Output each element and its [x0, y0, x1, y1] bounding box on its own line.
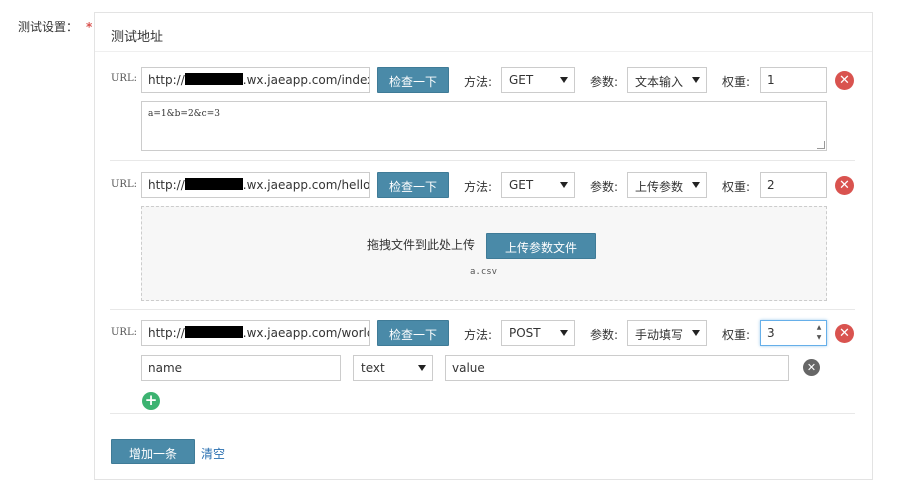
- param-label: 参数:: [590, 328, 619, 342]
- param-label: 参数:: [590, 180, 619, 194]
- param-type-select[interactable]: 手动填写: [627, 320, 707, 346]
- method-value: POST: [509, 326, 541, 340]
- redacted-block: [184, 178, 243, 190]
- field-value-input[interactable]: value: [445, 355, 789, 381]
- uploaded-file-name: a.csv: [470, 267, 498, 277]
- field-type-value: text: [361, 361, 385, 375]
- method-select[interactable]: GET: [501, 172, 575, 198]
- field-type-select[interactable]: text: [353, 355, 433, 381]
- caret-down-icon: [418, 365, 426, 371]
- caret-down-icon: [560, 77, 568, 83]
- url-label: URL:: [111, 327, 137, 338]
- param-type-select[interactable]: 上传参数: [627, 172, 707, 198]
- params-textarea[interactable]: a=1&b=2&c=3: [141, 101, 827, 151]
- caret-down-icon: [560, 330, 568, 336]
- weight-input[interactable]: 3 ▲ ▼: [760, 320, 827, 346]
- row-divider: [110, 160, 855, 161]
- required-mark: *: [86, 20, 93, 34]
- row-divider: [110, 413, 855, 414]
- upload-dropzone[interactable]: [141, 206, 827, 301]
- resize-grip-icon[interactable]: [817, 141, 825, 149]
- clear-link[interactable]: 清空: [201, 445, 225, 462]
- url-input[interactable]: http:// .wx.jaeapp.com/hello.ph: [141, 172, 370, 198]
- form-label: 测试设置： *: [18, 18, 92, 35]
- check-button[interactable]: 检查一下: [377, 320, 449, 346]
- method-value: GET: [509, 73, 534, 87]
- param-type-value: 文本输入: [635, 75, 684, 89]
- method-select[interactable]: POST: [501, 320, 575, 346]
- param-type-value: 手动填写: [635, 328, 684, 342]
- weight-input[interactable]: 2: [760, 172, 827, 198]
- add-row-button[interactable]: 增加一条: [111, 439, 195, 464]
- close-circle-icon[interactable]: ✕: [835, 176, 854, 195]
- remove-field-icon[interactable]: ✕: [803, 359, 820, 376]
- spinner-arrows-icon[interactable]: ▲ ▼: [814, 323, 824, 343]
- params-text: a=1&b=2&c=3: [148, 109, 220, 119]
- caret-down-icon: [560, 182, 568, 188]
- weight-value: 3: [767, 326, 775, 340]
- url-prefix: http://: [148, 73, 185, 87]
- url-prefix: http://: [148, 326, 185, 340]
- redacted-block: [184, 73, 243, 85]
- form-label-text: 测试设置：: [18, 20, 79, 34]
- upload-param-file-button[interactable]: 上传参数文件: [486, 233, 596, 259]
- method-label: 方法:: [464, 328, 493, 342]
- method-select[interactable]: GET: [501, 67, 575, 93]
- close-circle-icon[interactable]: ✕: [835, 324, 854, 343]
- url-label: URL:: [111, 179, 137, 190]
- caret-down-icon: [692, 330, 700, 336]
- param-type-select[interactable]: 文本输入: [627, 67, 707, 93]
- url-input[interactable]: http:// .wx.jaeapp.com/index.ph: [141, 67, 370, 93]
- url-input[interactable]: http:// .wx.jaeapp.com/world.ph: [141, 320, 370, 346]
- panel-title: 测试地址: [95, 13, 872, 52]
- caret-down-icon: [692, 77, 700, 83]
- url-label: URL:: [111, 73, 137, 84]
- url-suffix: .wx.jaeapp.com/hello.ph: [242, 178, 370, 192]
- method-label: 方法:: [464, 180, 493, 194]
- method-label: 方法:: [464, 75, 493, 89]
- check-button[interactable]: 检查一下: [377, 67, 449, 93]
- url-suffix: .wx.jaeapp.com/world.ph: [242, 326, 369, 340]
- drop-hint: 拖拽文件到此处上传: [367, 238, 476, 252]
- row-divider: [110, 309, 855, 310]
- weight-input[interactable]: 1: [760, 67, 827, 93]
- caret-down-icon: [692, 182, 700, 188]
- param-type-value: 上传参数: [635, 180, 684, 194]
- method-value: GET: [509, 178, 534, 192]
- weight-label: 权重:: [722, 75, 751, 89]
- param-label: 参数:: [590, 75, 619, 89]
- redacted-block: [184, 326, 243, 338]
- url-prefix: http://: [148, 178, 185, 192]
- weight-label: 权重:: [722, 328, 751, 342]
- field-name-input[interactable]: name: [141, 355, 341, 381]
- close-circle-icon[interactable]: ✕: [835, 71, 854, 90]
- url-suffix: .wx.jaeapp.com/index.ph: [242, 73, 369, 87]
- weight-label: 权重:: [722, 180, 751, 194]
- check-button[interactable]: 检查一下: [377, 172, 449, 198]
- plus-circle-icon[interactable]: +: [142, 392, 160, 410]
